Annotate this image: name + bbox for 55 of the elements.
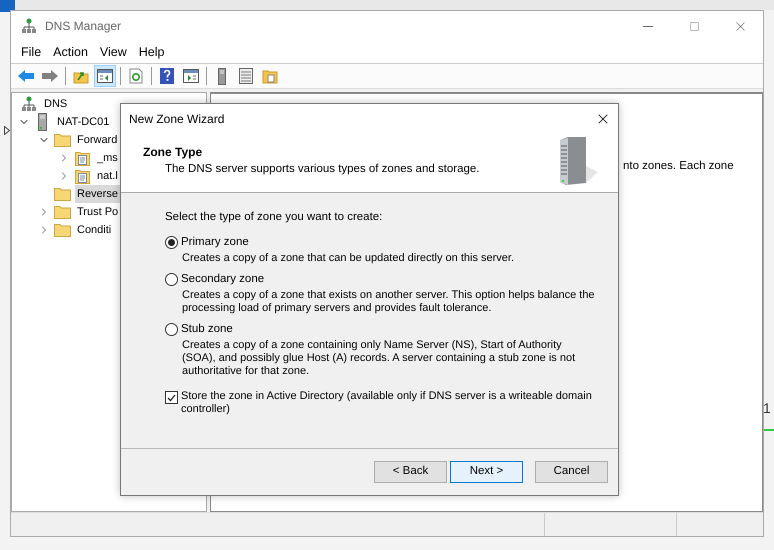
- radio-label[interactable]: Secondary zone: [181, 270, 264, 288]
- menu-item[interactable]: Action: [47, 42, 94, 62]
- tree-item[interactable]: DNS: [42, 95, 70, 113]
- checkbox[interactable]: [165, 391, 178, 404]
- radio-button[interactable]: [165, 236, 178, 249]
- radio-button[interactable]: [165, 272, 178, 286]
- tree-item[interactable]: nat.l: [95, 167, 120, 185]
- dialog-button[interactable]: Cancel: [535, 461, 608, 483]
- folder-document-icon: [262, 68, 278, 84]
- help-icon: [160, 68, 174, 84]
- action-pane-icon: [183, 69, 199, 83]
- tree-item[interactable]: NAT-DC01: [55, 113, 112, 131]
- tree-item[interactable]: Trust Po: [75, 203, 120, 221]
- window-title: DNS Manager: [45, 18, 122, 35]
- dialog-button[interactable]: Next >: [450, 461, 523, 483]
- network-icon: [21, 18, 37, 34]
- checkbox-label[interactable]: Store the zone in Active Directory (available only if DNS server is a writeable domain controller): [181, 390, 601, 416]
- console-tree-icon: [97, 69, 113, 83]
- back-arrow-icon: [17, 69, 35, 83]
- dialog-title: New Zone Wizard: [129, 111, 224, 128]
- menu-item[interactable]: File: [15, 42, 48, 62]
- caret-icon: [4, 126, 10, 135]
- server-icon: [218, 68, 226, 84]
- option-description: Creates a copy of a zone that exists on another server. This option helps balance the processing load of primary servers and provides fault tolerance.: [181, 289, 595, 316]
- detail-text: nto zones. Each zone: [623, 160, 734, 172]
- menu-item[interactable]: Help: [132, 42, 170, 62]
- menu-item[interactable]: View: [94, 42, 133, 62]
- server-icon: [38, 113, 46, 131]
- tree-item[interactable]: Forward: [75, 131, 120, 149]
- option-description: Creates a copy of a zone that can be updated directly on this server.: [181, 252, 516, 266]
- tree-item[interactable]: Conditi: [75, 221, 114, 239]
- maximize-icon: [688, 20, 700, 32]
- toolbar-button[interactable]: [94, 65, 116, 87]
- server-tower-icon: [558, 136, 600, 186]
- radio-label[interactable]: Primary zone: [181, 234, 249, 251]
- zone-type-prompt: Select the type of zone you want to create:: [165, 210, 384, 225]
- option-description: Creates a copy of a zone containing only Name Server (NS), Start of Authority (SOA), and possibly glue Host (A) records. A server containing a stub zone is not authoritative for that zone.: [181, 339, 576, 378]
- refresh-icon: [129, 68, 143, 84]
- header-subtitle: The DNS server supports various types of zones and storage.: [164, 162, 480, 177]
- folder-icon: [54, 223, 70, 237]
- forward-arrow-icon: [41, 69, 59, 83]
- tree-item[interactable]: _ms: [95, 149, 120, 167]
- list-icon: [239, 68, 253, 84]
- radio-button[interactable]: [165, 322, 178, 336]
- background-text: 1: [763, 400, 771, 416]
- folder-icon: [54, 205, 70, 219]
- zone-file-icon: [74, 150, 90, 166]
- zone-file-icon: [74, 168, 90, 184]
- tree-item[interactable]: Reverse: [75, 185, 120, 203]
- dialog-button[interactable]: < Back: [374, 461, 447, 483]
- network-icon: [21, 96, 37, 112]
- folder-icon: [54, 133, 70, 147]
- folder-icon: [54, 187, 70, 201]
- header-title: Zone Type: [143, 144, 204, 161]
- radio-label[interactable]: Stub zone: [181, 320, 233, 338]
